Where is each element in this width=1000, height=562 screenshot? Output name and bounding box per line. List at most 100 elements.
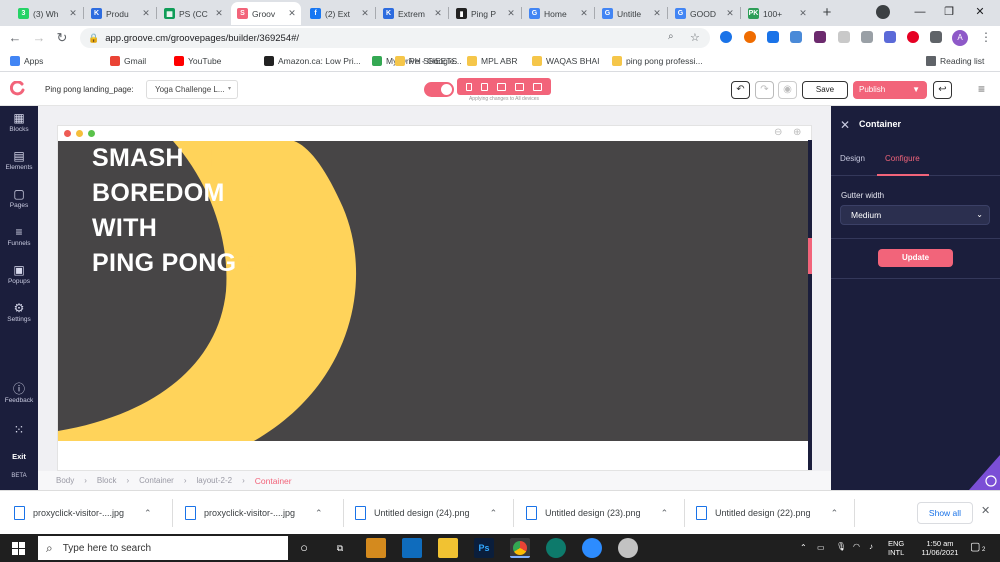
cortana-icon[interactable]: ○ bbox=[294, 538, 314, 558]
exit-link[interactable]: Exit bbox=[0, 452, 38, 461]
notifications-icon[interactable]: ▢ bbox=[970, 540, 980, 553]
reading-list[interactable]: Reading list bbox=[926, 54, 984, 68]
download-item[interactable]: Untitled design (24).png ⌃ bbox=[355, 501, 497, 525]
page-select[interactable]: Yoga Challenge L... ▾ bbox=[146, 80, 238, 99]
chevron-up-icon[interactable]: ⌃ bbox=[144, 508, 152, 519]
tab-7[interactable]: G Home ✕ bbox=[523, 2, 593, 25]
tab-10[interactable]: PK 100+ ✕ bbox=[742, 2, 812, 25]
tab-2[interactable]: ▦ PS (CC ✕ bbox=[158, 2, 228, 25]
help-corner-icon[interactable] bbox=[969, 455, 1000, 490]
update-button[interactable]: Update bbox=[878, 249, 953, 267]
sidebar-item-pages[interactable]: ▢ Pages bbox=[0, 188, 38, 209]
desktop-icon[interactable] bbox=[532, 82, 542, 91]
sidebar-item-settings[interactable]: ⚙ Settings bbox=[0, 302, 38, 323]
chevron-up-icon[interactable]: ⌃ bbox=[661, 508, 669, 519]
tab-close-icon[interactable]: ✕ bbox=[798, 8, 808, 19]
zoom-icon[interactable]: ⌕ bbox=[668, 31, 674, 42]
tablet-portrait-icon[interactable] bbox=[481, 82, 489, 91]
restore-button[interactable]: ❐ bbox=[937, 3, 961, 21]
tab-close-icon[interactable]: ✕ bbox=[506, 8, 516, 19]
breadcrumb-item[interactable]: layout-2-2 bbox=[197, 476, 233, 485]
store-icon[interactable] bbox=[366, 538, 386, 558]
undo-button[interactable]: ↶ bbox=[731, 81, 750, 99]
chevron-up-icon[interactable]: ⌃ bbox=[831, 508, 839, 519]
download-item[interactable]: proxyclick-visitor-....jpg ⌃ bbox=[185, 501, 323, 525]
redo-button[interactable]: ↷ bbox=[755, 81, 774, 99]
canvas-scrollbar[interactable] bbox=[808, 140, 812, 470]
tab-search-icon[interactable] bbox=[876, 5, 890, 19]
tab-close-icon[interactable]: ✕ bbox=[433, 8, 443, 19]
windows-start-icon[interactable] bbox=[12, 542, 25, 555]
sidebar-item-elements[interactable]: ▤ Elements bbox=[0, 150, 38, 171]
tab-0[interactable]: 3 (3) Wh ✕ bbox=[12, 2, 82, 25]
extension-6-icon[interactable] bbox=[838, 31, 850, 43]
microphone-icon[interactable]: 🎙 bbox=[836, 542, 846, 551]
breadcrumb-item[interactable]: Container bbox=[139, 476, 174, 485]
gutter-width-select[interactable]: Medium ⌄ bbox=[840, 205, 990, 225]
apply-all-toggle[interactable] bbox=[424, 82, 454, 97]
tab-6[interactable]: ▮ Ping P ✕ bbox=[450, 2, 520, 25]
close-window-button[interactable]: ✕ bbox=[968, 3, 992, 21]
profile-avatar[interactable]: A bbox=[952, 30, 968, 46]
hero-headline[interactable]: SMASH THE BOREDOM WITH PING PONG BALLS bbox=[92, 141, 328, 281]
mail-icon[interactable] bbox=[402, 538, 422, 558]
volume-icon[interactable]: ♪ bbox=[869, 542, 873, 551]
clock[interactable]: 1:50 am 11/06/2021 bbox=[918, 539, 962, 557]
file-explorer-icon[interactable] bbox=[438, 538, 458, 558]
tab-close-icon[interactable]: ✕ bbox=[652, 8, 662, 19]
groove-logo-icon[interactable] bbox=[10, 81, 26, 97]
forward-arrow-icon[interactable]: → bbox=[30, 30, 48, 46]
tab-close-icon[interactable]: ✕ bbox=[214, 8, 224, 19]
photoshop-icon[interactable]: Ps bbox=[474, 538, 494, 558]
canvas-scroll-thumb[interactable] bbox=[808, 238, 812, 274]
tablet-landscape-icon[interactable] bbox=[496, 82, 506, 91]
extension-5-icon[interactable] bbox=[814, 31, 826, 43]
tab-3[interactable]: S Groov ✕ bbox=[231, 2, 301, 25]
edge-icon[interactable] bbox=[546, 538, 566, 558]
bookmark-0[interactable]: Apps bbox=[10, 54, 43, 68]
extension-4-icon[interactable] bbox=[790, 31, 802, 43]
preview-eye-button[interactable]: ◉ bbox=[778, 81, 797, 99]
close-icon[interactable]: ✕ bbox=[840, 118, 850, 132]
back-arrow-icon[interactable]: ← bbox=[6, 30, 24, 46]
tab-close-icon[interactable]: ✕ bbox=[141, 8, 151, 19]
taskbar-search-box[interactable]: ⌕ Type here to search bbox=[38, 536, 288, 560]
sidebar-item-popups[interactable]: ▣ Popups bbox=[0, 264, 38, 285]
tab-5[interactable]: K Extrem ✕ bbox=[377, 2, 447, 25]
download-item[interactable]: Untitled design (23).png ⌃ bbox=[526, 501, 668, 525]
zoom-app-icon[interactable] bbox=[582, 538, 602, 558]
tray-chevron-icon[interactable]: ⌃ bbox=[800, 543, 807, 552]
apps-grid[interactable]: ⁙ bbox=[0, 423, 38, 438]
new-tab-button[interactable]: + bbox=[818, 4, 836, 22]
extension-3-icon[interactable] bbox=[767, 31, 779, 43]
bookmark-5[interactable]: PH SHEETS bbox=[395, 54, 457, 68]
tab-8[interactable]: G Untitle ✕ bbox=[596, 2, 666, 25]
chrome-icon[interactable] bbox=[510, 538, 530, 558]
extension-7-icon[interactable] bbox=[861, 31, 873, 43]
hamburger-menu-icon[interactable]: ≡ bbox=[978, 82, 985, 96]
bookmark-1[interactable]: Gmail bbox=[110, 54, 146, 68]
sidebar-item-feedback[interactable]: ⓘ Feedback bbox=[0, 383, 38, 404]
tab-close-icon[interactable]: ✕ bbox=[360, 8, 370, 19]
zoom-in-icon[interactable]: ⊕ bbox=[793, 127, 801, 138]
tab-9[interactable]: G GOOD ✕ bbox=[669, 2, 739, 25]
address-bar[interactable]: 🔒 app.groove.cm/groovepages/builder/3692… bbox=[80, 28, 710, 48]
extension-1-icon[interactable] bbox=[720, 31, 732, 43]
wifi-icon[interactable]: ◠ bbox=[853, 542, 860, 551]
tab-close-icon[interactable]: ✕ bbox=[725, 8, 735, 19]
sidebar-item-blocks[interactable]: ▦ Blocks bbox=[0, 112, 38, 133]
battery-icon[interactable]: ▭ bbox=[817, 543, 825, 552]
hero-section[interactable]: SMASH THE BOREDOM WITH PING PONG BALLS bbox=[58, 141, 811, 441]
extension-8-icon[interactable] bbox=[884, 31, 896, 43]
extensions-puzzle-icon[interactable] bbox=[930, 31, 942, 43]
tab-1[interactable]: K Produ ✕ bbox=[85, 2, 155, 25]
bookmark-3[interactable]: Amazon.ca: Low Pri... bbox=[264, 54, 361, 68]
bookmark-2[interactable]: YouTube bbox=[174, 54, 221, 68]
minimize-button[interactable]: — bbox=[908, 3, 932, 21]
bookmark-6[interactable]: MPL ABR bbox=[467, 54, 518, 68]
extension-2-icon[interactable] bbox=[744, 31, 756, 43]
chevron-up-icon[interactable]: ⌃ bbox=[315, 508, 323, 519]
task-view-icon[interactable]: ⧉ bbox=[330, 538, 350, 558]
app-icon[interactable] bbox=[618, 538, 638, 558]
back-exit-button[interactable]: ↩ bbox=[933, 81, 952, 99]
